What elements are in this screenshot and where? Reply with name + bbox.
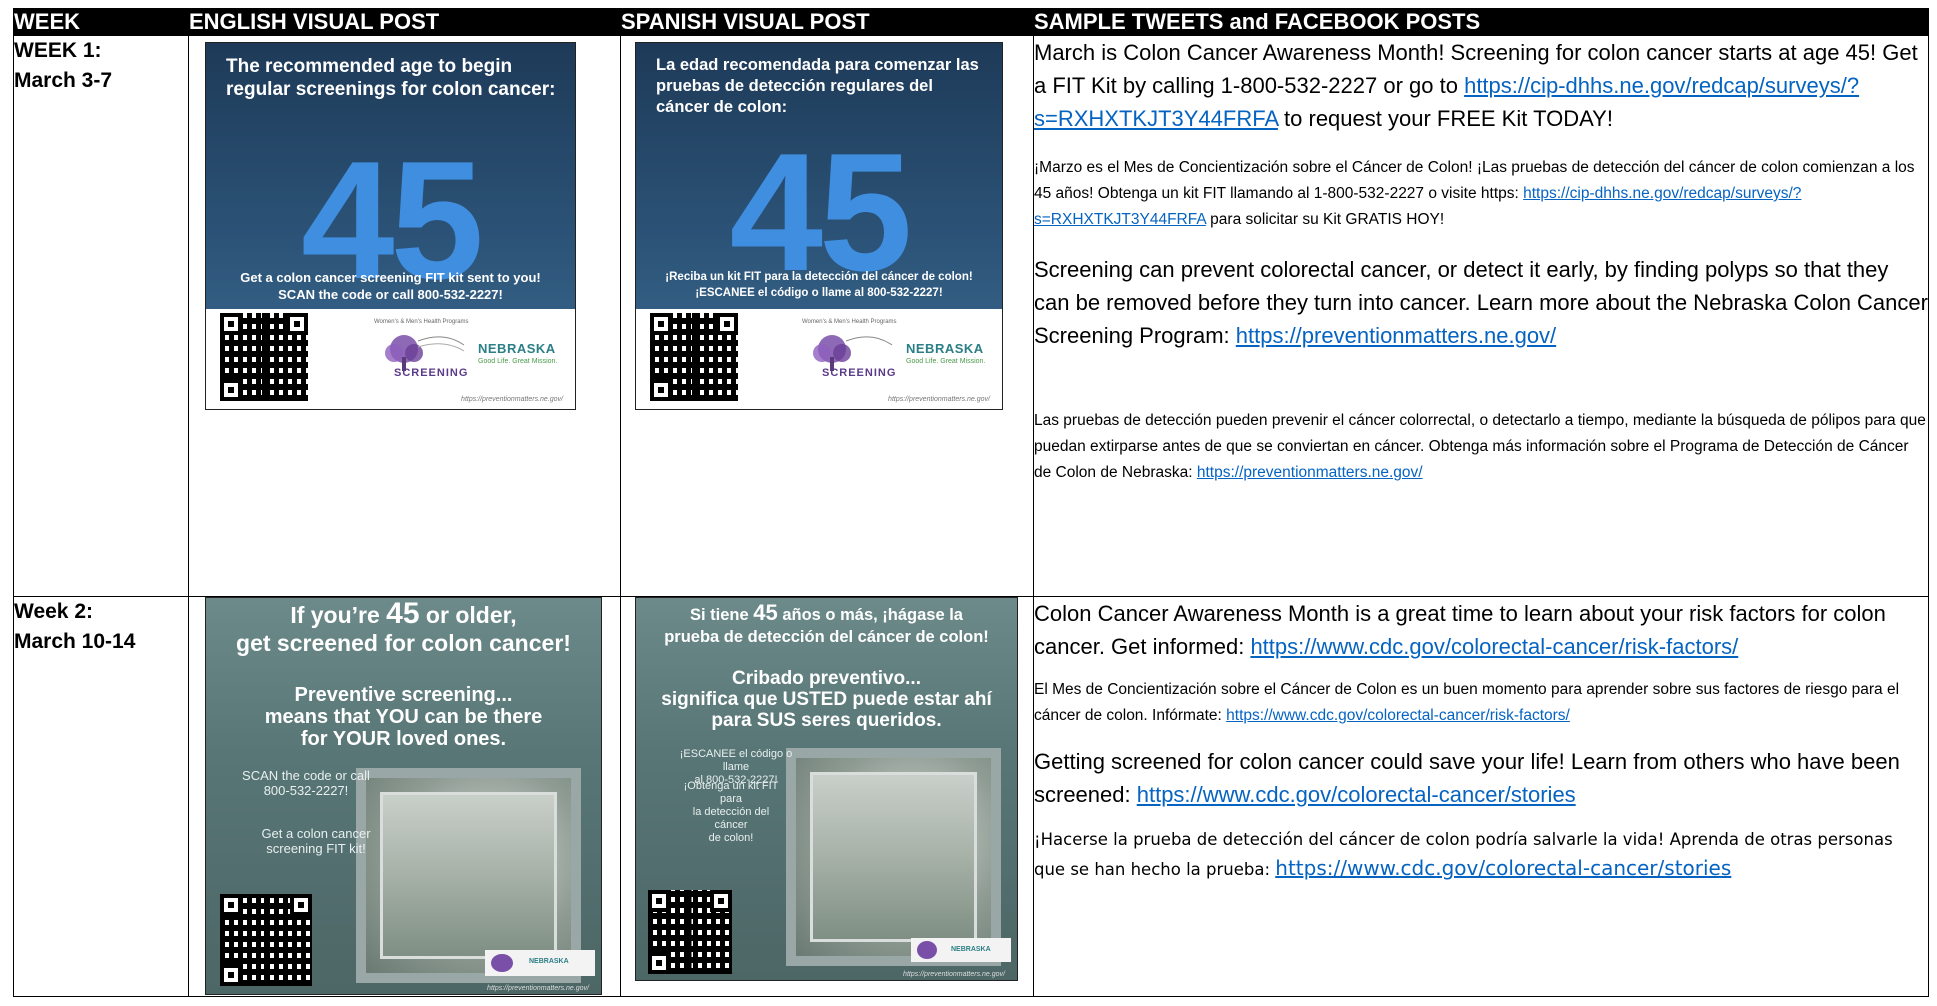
week1-spanish-cell: La edad recomendada para comenzar las pr… (620, 35, 1034, 597)
prevention-link[interactable]: https://preventionmatters.ne.gov/ (1236, 323, 1556, 348)
logo-word: SCREENING (394, 367, 469, 379)
week2-spanish-cell: Si tiene 45 años o más, ¡hágase la prueb… (620, 596, 1034, 997)
nebraska-logo: NEBRASKA (906, 341, 984, 356)
week2-cell: Week 2: March 10-14 (13, 596, 189, 997)
footer-logo: NEBRASKA (485, 950, 595, 976)
risk-factors-link[interactable]: https://www.cdc.gov/colorectal-cancer/ri… (1250, 634, 1738, 659)
poster-subtext: Cribado preventivo... significa que USTE… (661, 668, 992, 731)
header-posts: SAMPLE TWEETS and FACEBOOK POSTS (1033, 8, 1929, 36)
week1-english-poster: The recommended age to begin regular scr… (205, 42, 576, 410)
nebraska-tagline: Good Life. Great Mission. (906, 358, 986, 365)
poster-headline: If you’re 45 or older, get screened for … (236, 597, 571, 657)
stories-link-es[interactable]: https://www.cdc.gov/colorectal-cancer/st… (1275, 856, 1731, 880)
post-es-4: ¡Hacerse la prueba de detección del cánc… (1034, 830, 1893, 880)
week2-english-poster: If you’re 45 or older, get screened for … (205, 597, 602, 995)
qr-code (648, 890, 732, 974)
qr-code (220, 894, 312, 986)
logo-small-text: Women's & Men's Health Programs (374, 319, 469, 325)
logo-word: SCREENING (822, 367, 897, 379)
poster-cta-line2: SCAN the code or call 800-532-2227! (278, 287, 503, 302)
poster-cta-line2: ¡ESCANEE el código o llame al 800-532-22… (695, 287, 943, 299)
header-row: WEEK ENGLISH VISUAL POST SPANISH VISUAL … (13, 8, 1929, 36)
poster-url: https://preventionmatters.ne.gov/ (888, 396, 990, 403)
photo-frame (786, 748, 1001, 966)
poster-footer: Women's & Men's Health Programs SCREENIN… (206, 309, 575, 409)
prevention-link-es[interactable]: https://preventionmatters.ne.gov/ (1197, 464, 1423, 481)
screening-logo: Women's & Men's Health Programs SCREENIN… (802, 315, 1002, 395)
nebraska-tagline: Good Life. Great Mission. (478, 358, 558, 365)
poster-cta: ¡Reciba un kit FIT para la detección del… (642, 269, 996, 301)
post-es-1: ¡Marzo es el Mes de Concientización sobr… (1034, 159, 1915, 228)
week1-cell: WEEK 1: March 3-7 (13, 35, 189, 597)
qr-code (220, 313, 308, 401)
post-en-2: Screening can prevent colorectal cancer,… (1034, 257, 1928, 348)
father-child-photo (810, 772, 977, 942)
father-child-photo (380, 792, 557, 959)
week1-dates: March 3-7 (14, 69, 113, 92)
tree-logo-icon (917, 941, 937, 959)
stories-link[interactable]: https://www.cdc.gov/colorectal-cancer/st… (1137, 782, 1576, 807)
footer-logo: NEBRASKA (911, 938, 1011, 962)
kit-callout: Get a colon cancer screening FIT kit! (261, 826, 371, 856)
poster-headline: The recommended age to begin regular scr… (226, 56, 556, 100)
post-en-3: Colon Cancer Awareness Month is a great … (1034, 601, 1886, 659)
poster-subtext: Preventive screening... means that YOU c… (264, 684, 543, 750)
poster-footer: Women's & Men's Health Programs SCREENIN… (636, 309, 1002, 409)
poster-cta-line1: Get a colon cancer screening FIT kit sen… (240, 270, 541, 285)
logo-small-text: Women's & Men's Health Programs (802, 319, 897, 325)
poster-url: https://preventionmatters.ne.gov/ (903, 971, 1005, 978)
scan-callout: SCAN the code or call 800-532-2227! (242, 768, 370, 798)
header-spanish: SPANISH VISUAL POST (620, 8, 1034, 36)
poster-url: https://preventionmatters.ne.gov/ (487, 985, 589, 992)
header-week: WEEK (13, 8, 189, 36)
week2-spanish-poster: Si tiene 45 años o más, ¡hágase la prueb… (635, 597, 1018, 981)
qr-code (650, 313, 738, 401)
poster-cta-line1: ¡Reciba un kit FIT para la detección del… (665, 271, 973, 283)
poster-url: https://preventionmatters.ne.gov/ (461, 396, 563, 403)
header-english: ENGLISH VISUAL POST (188, 8, 621, 36)
risk-factors-link-es[interactable]: https://www.cdc.gov/colorectal-cancer/ri… (1226, 707, 1570, 724)
week1-label: WEEK 1: (14, 39, 102, 62)
week2-english-cell: If you’re 45 or older, get screened for … (188, 596, 621, 997)
document-page: WEEK ENGLISH VISUAL POST SPANISH VISUAL … (0, 0, 1937, 1006)
tree-logo-icon (491, 954, 513, 972)
kit-callout: ¡Obtenga un kit FIT para la detección de… (683, 780, 779, 844)
week2-label: Week 2: (14, 600, 93, 623)
week1-posts-cell: March is Colon Cancer Awareness Month! S… (1033, 35, 1929, 597)
week2-row: Week 2: March 10-14 If you’re 45 or olde… (13, 596, 1929, 997)
post-en-1: March is Colon Cancer Awareness Month! S… (1034, 40, 1918, 131)
poster-cta: Get a colon cancer screening FIT kit sen… (212, 269, 569, 303)
post-es-2: Las pruebas de detección pueden prevenir… (1034, 412, 1926, 481)
week2-dates: March 10-14 (14, 630, 136, 653)
poster-headline: Si tiene 45 años o más, ¡hágase la prueb… (664, 600, 989, 647)
week1-english-cell: The recommended age to begin regular scr… (188, 35, 621, 597)
week1-spanish-poster: La edad recomendada para comenzar las pr… (635, 42, 1003, 410)
week1-row: WEEK 1: March 3-7 The recommended age to… (13, 35, 1929, 597)
week2-posts-cell: Colon Cancer Awareness Month is a great … (1033, 596, 1929, 997)
post-en-4: Getting screened for colon cancer could … (1034, 749, 1900, 807)
poster-headline: La edad recomendada para comenzar las pr… (656, 56, 979, 116)
post-es-3: El Mes de Concientización sobre el Cánce… (1034, 681, 1900, 724)
screening-logo: Women's & Men's Health Programs SCREENIN… (374, 315, 574, 395)
nebraska-logo: NEBRASKA (478, 341, 556, 356)
campaign-table: WEEK ENGLISH VISUAL POST SPANISH VISUAL … (13, 8, 1929, 997)
